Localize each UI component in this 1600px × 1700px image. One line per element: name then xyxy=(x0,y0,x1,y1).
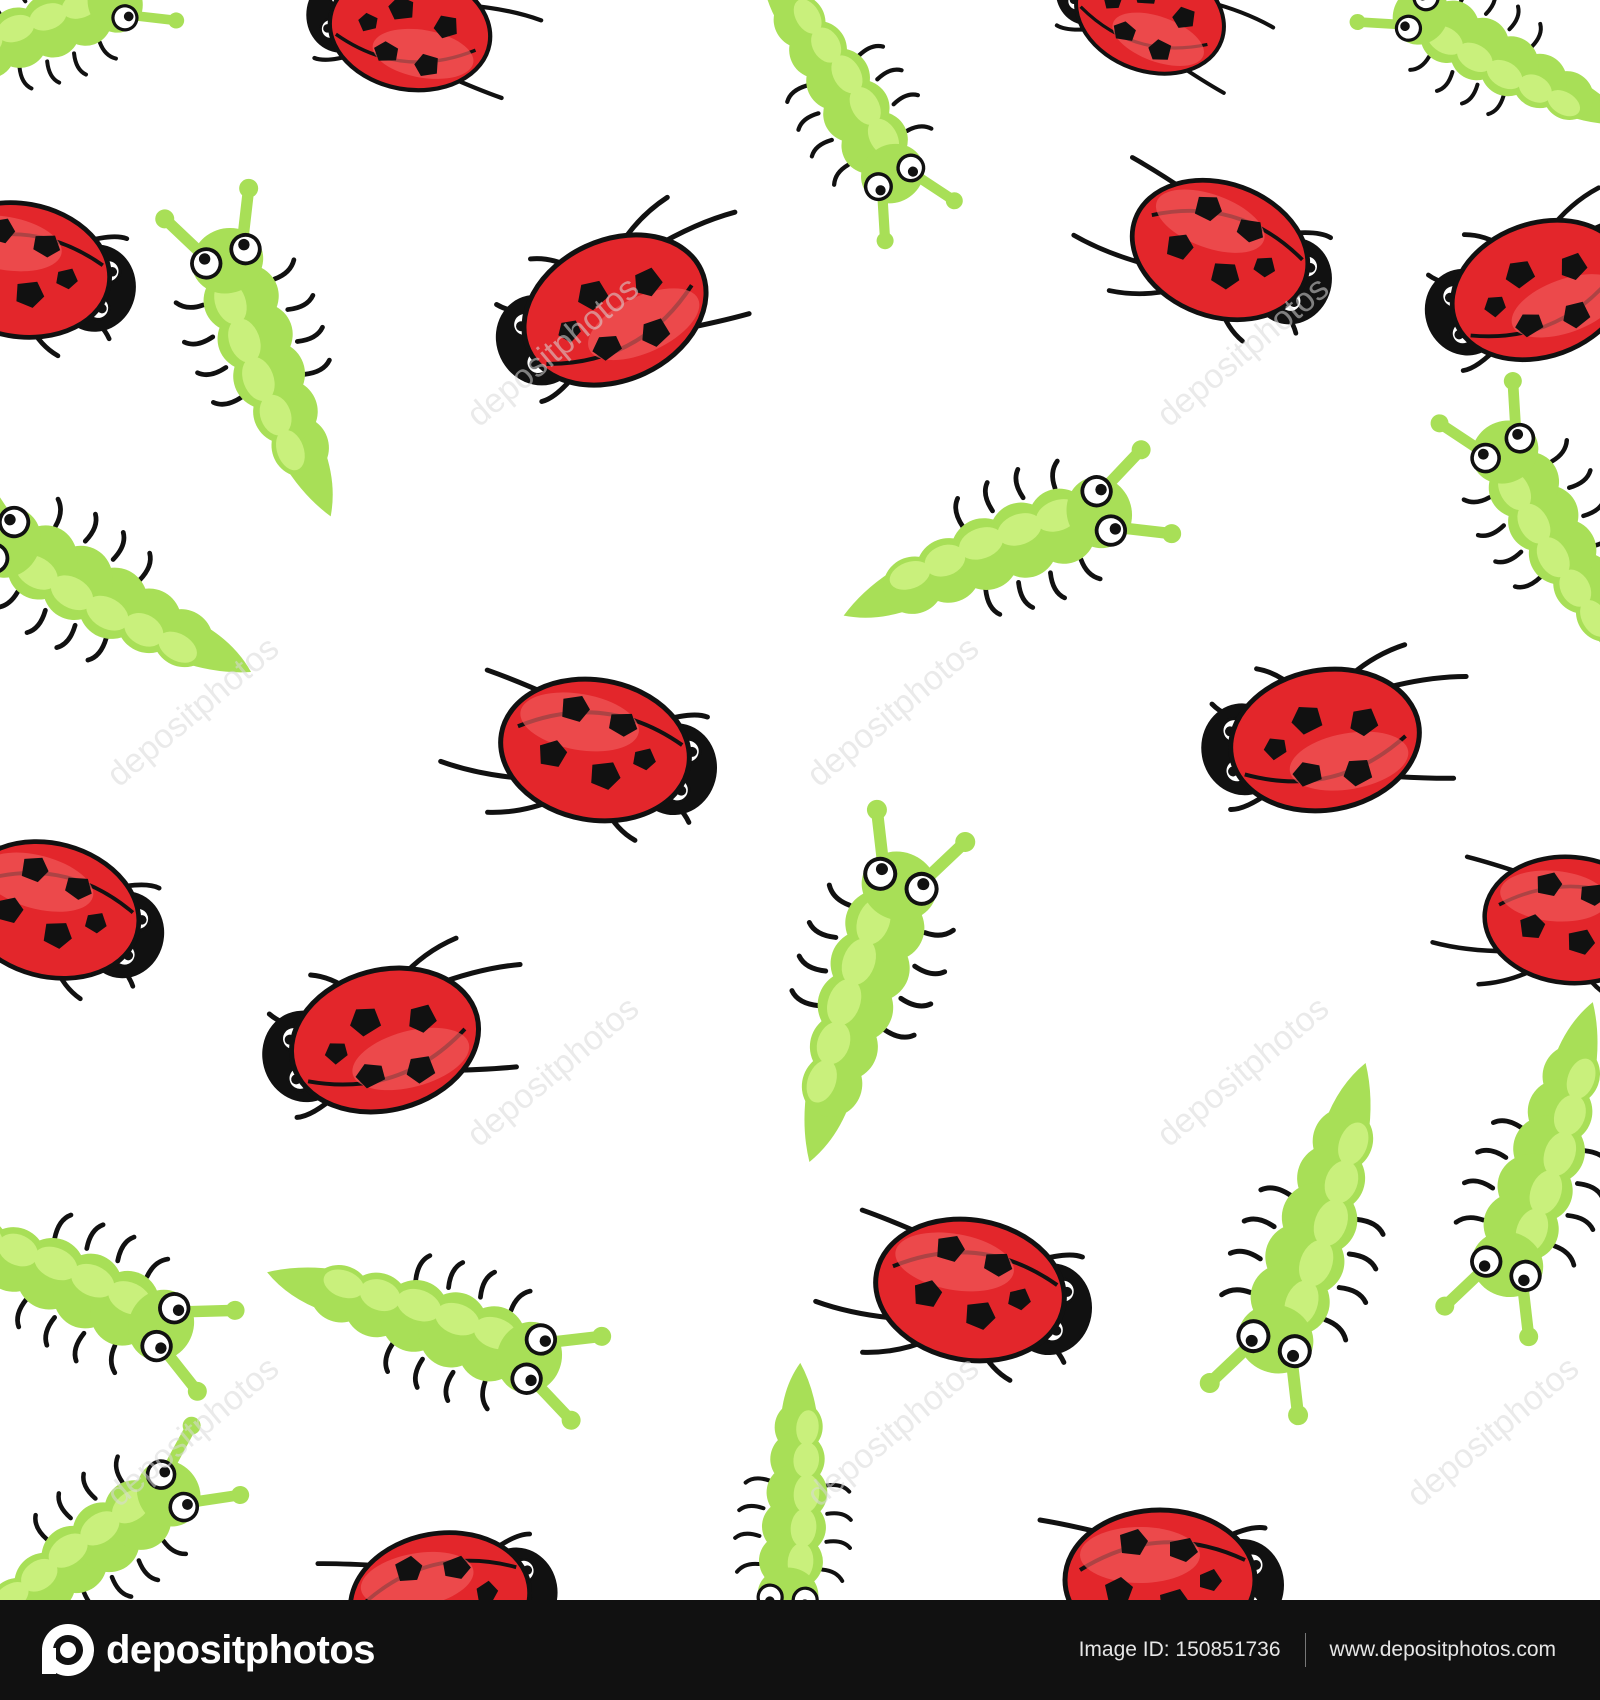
stock-footer-bar: depositphotos Image ID: 150851736 www.de… xyxy=(0,1600,1600,1700)
seamless-pattern: depositphotos depositphotos depositphotos d… xyxy=(0,0,1600,1600)
watermark-text: depositphotos xyxy=(1400,1349,1587,1514)
ladybug-illustration xyxy=(0,180,148,367)
ladybug-illustration xyxy=(296,0,548,111)
ladybug-illustration xyxy=(1429,845,1600,1003)
image-meta: Image ID: 150851736 www.depositphotos.co… xyxy=(1079,1633,1556,1667)
caterpillar-illustration xyxy=(817,424,1189,671)
caterpillar-illustration xyxy=(716,0,977,259)
image-id-label: Image ID: 150851736 xyxy=(1078,1638,1281,1661)
brand-name: depositphotos xyxy=(106,1627,376,1672)
ladybug-illustration xyxy=(0,809,181,1016)
meta-divider xyxy=(1304,1633,1306,1667)
caterpillar-illustration xyxy=(139,171,386,543)
watermark-text: depositphotos xyxy=(800,629,987,794)
caterpillar-illustration xyxy=(1416,362,1600,711)
ladybug-illustration xyxy=(1038,0,1286,109)
ladybug-illustration xyxy=(1059,139,1353,364)
brand-logo[interactable]: depositphotos xyxy=(40,1622,376,1678)
ladybug-illustration xyxy=(433,655,729,852)
caterpillar-illustration xyxy=(0,0,191,136)
ladybug-illustration xyxy=(1403,168,1600,393)
ladybug-illustration xyxy=(288,1514,569,1600)
caterpillar-illustration xyxy=(0,1147,254,1417)
ladybug-caterpillar-pattern: depositphotos depositphotos depositphotos d… xyxy=(0,0,1600,1600)
caterpillar-illustration xyxy=(1341,0,1600,181)
watermark-text: depositphotos xyxy=(1150,989,1337,1154)
bug-group xyxy=(0,0,1600,1600)
caterpillar-illustration xyxy=(247,1199,619,1446)
depositphotos-logo-icon xyxy=(42,1624,94,1676)
watermark-text: depositphotos xyxy=(460,989,647,1154)
website-link[interactable]: www.depositphotos.com xyxy=(1330,1638,1556,1662)
ladybug-illustration xyxy=(1010,1510,1284,1600)
ladybug-illustration xyxy=(1189,633,1485,830)
caterpillar-illustration xyxy=(1419,982,1600,1354)
caterpillar-illustration xyxy=(732,792,992,1183)
image-stage: depositphotos depositphotos depositphotos d… xyxy=(0,0,1600,1700)
watermark-text: depositphotos xyxy=(800,1349,987,1514)
